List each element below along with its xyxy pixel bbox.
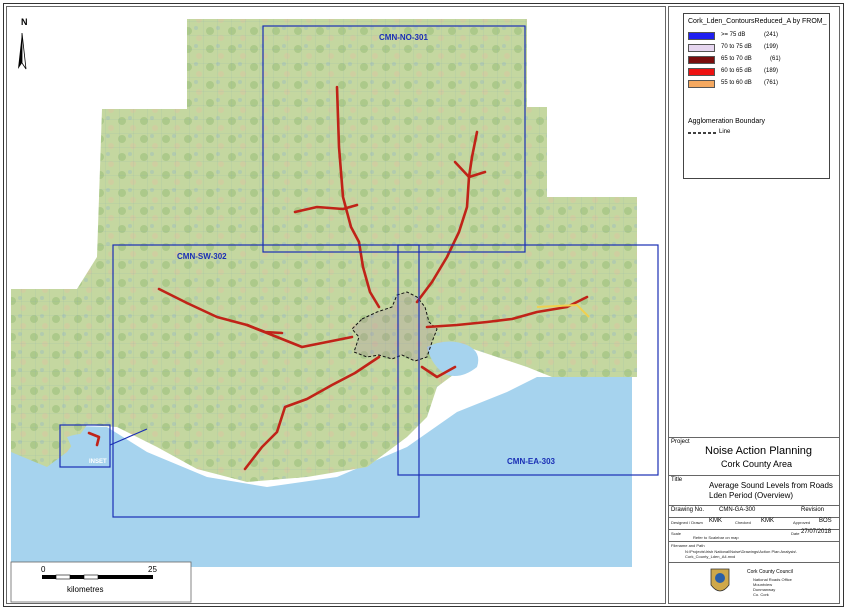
legend-title: Cork_Lden_ContoursReduced_A by FROM_ [688,18,827,25]
title-line1: Average Sound Levels from Roads [709,481,833,490]
legend-item-label: 55 to 60 dB [721,80,752,86]
legend-item-label: >= 75 dB [721,32,746,38]
legend-swatch [688,80,715,88]
checked-label: Checked [735,520,751,525]
legend-boundary-heading: Agglomeration Boundary [688,118,766,125]
designed-value: KMK [709,518,723,524]
scalebar-box [10,561,192,603]
revision-label: Revision [801,507,825,513]
title-label: Title [671,477,683,483]
legend-item-label: 65 to 70 dB [721,56,752,62]
north-arrow [18,32,27,70]
boundary-line-symbol [688,132,716,134]
scalebar [42,574,153,580]
date-label: Date [791,531,800,536]
scalebar-unit: kilometres [67,585,104,594]
scale-value: Refer to Scalebar on map [693,535,739,540]
approved-value: BOS [819,518,832,524]
sheet-label-no-301[interactable]: CMN-NO-301 [379,33,428,42]
designed-label: Designed / Drawn [671,520,703,525]
north-label: N [21,17,28,27]
map-svg [10,19,659,603]
sheet-label-ea-303[interactable]: CMN-EA-303 [507,457,555,466]
side-panel: Cork_Lden_ContoursReduced_A by FROM_ >= … [668,6,840,604]
date-value: 27/07/2018 [801,529,832,535]
scalebar-start: 0 [41,565,46,574]
filename-label: Filename and Path [671,543,705,548]
legend-item-count: (61) [770,56,781,62]
legend-item-count: (199) [764,44,779,50]
legend-item-count: (189) [764,68,779,74]
title-line2: Lden Period (Overview) [709,491,794,500]
file-name: Cork_County_Lden_A4.mxd [685,554,736,559]
drawing-no: CMN-GA-300 [719,507,756,513]
checked-value: KMK [761,518,775,524]
legend: Cork_Lden_ContoursReduced_A by FROM_ >= … [683,13,830,179]
legend-item-count: (241) [764,32,779,38]
council-crest [710,568,730,592]
scale-label: Scale [671,531,682,536]
project-subtitle: Cork County Area [721,459,793,469]
legend-item-label: 60 to 65 dB [721,68,752,74]
sheet-label-sw-302[interactable]: CMN-SW-302 [177,252,227,261]
legend-boundary-label: Line [719,129,731,135]
legend-swatch [688,56,715,64]
legend-item-label: 70 to 75 dB [721,44,752,50]
project-title: Noise Action Planning [705,445,813,457]
map-canvas[interactable]: N CMN-NO-301 CMN-SW-302 CMN-EA-303 INSET… [6,6,666,604]
legend-swatch [688,44,715,52]
office-line: Co. Cork [753,592,769,597]
scalebar-end: 25 [148,565,157,574]
council-name: Cork County Council [747,569,793,575]
inset-label: INSET [89,459,107,465]
project-label: Project [671,439,690,445]
legend-swatch [688,68,715,76]
drawing-no-label: Drawing No. [671,507,705,513]
legend-swatch [688,32,715,40]
legend-item-count: (761) [764,80,779,86]
approved-label: Approved [793,520,811,525]
